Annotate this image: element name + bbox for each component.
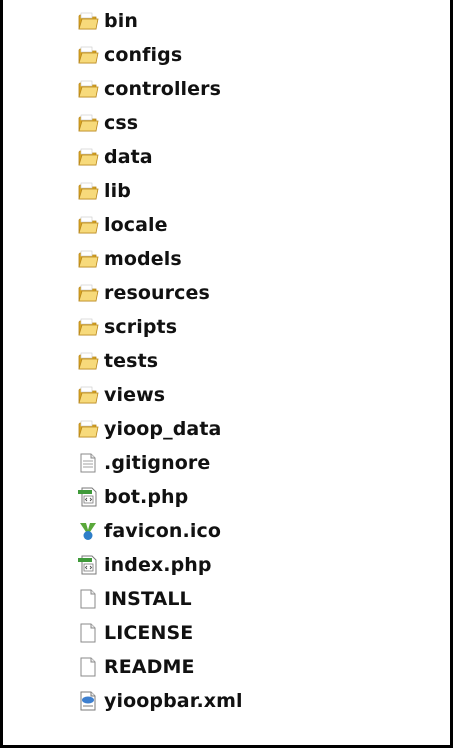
folder-icon: [78, 318, 99, 336]
folder-item-css[interactable]: css: [77, 106, 437, 140]
folder-icon: [78, 250, 99, 268]
folder-item-bin[interactable]: bin: [77, 4, 437, 38]
folder-icon: [78, 12, 99, 30]
file-item-index-php[interactable]: index.php: [77, 548, 437, 582]
folder-label: resources: [104, 282, 210, 304]
folder-label: css: [104, 112, 139, 134]
folder-label: controllers: [104, 78, 222, 100]
folder-label: configs: [104, 44, 183, 66]
folder-icon: [78, 46, 99, 64]
folder-item-yioop-data[interactable]: yioop_data: [77, 412, 437, 446]
folder-label: data: [104, 146, 153, 168]
file-label: yioopbar.xml: [104, 690, 243, 712]
folder-label: bin: [104, 10, 138, 32]
file-label: bot.php: [104, 486, 189, 508]
folder-item-data[interactable]: data: [77, 140, 437, 174]
php-file-icon: [78, 487, 97, 507]
folder-item-controllers[interactable]: controllers: [77, 72, 437, 106]
file-item-license[interactable]: LICENSE: [77, 616, 437, 650]
folder-icon: [78, 148, 99, 166]
folder-item-configs[interactable]: configs: [77, 38, 437, 72]
file-item-gitignore[interactable]: .gitignore: [77, 446, 437, 480]
folder-item-scripts[interactable]: scripts: [77, 310, 437, 344]
file-explorer-pane: bin configs controllers css data lib loc…: [0, 0, 453, 748]
blank-file-icon: [80, 589, 96, 609]
folder-icon: [78, 352, 99, 370]
folder-item-resources[interactable]: resources: [77, 276, 437, 310]
file-item-readme[interactable]: README: [77, 650, 437, 684]
file-label: INSTALL: [104, 588, 192, 610]
folder-label: locale: [104, 214, 168, 236]
blank-file-icon: [80, 657, 96, 677]
folder-item-models[interactable]: models: [77, 242, 437, 276]
file-label: .gitignore: [104, 452, 211, 474]
folder-icon: [78, 80, 99, 98]
folder-item-locale[interactable]: locale: [77, 208, 437, 242]
php-file-icon: [78, 555, 97, 575]
folder-icon: [78, 284, 99, 302]
folder-icon: [78, 386, 99, 404]
file-item-install[interactable]: INSTALL: [77, 582, 437, 616]
folder-icon: [78, 114, 99, 132]
folder-item-tests[interactable]: tests: [77, 344, 437, 378]
folder-label: scripts: [104, 316, 178, 338]
folder-icon: [78, 182, 99, 200]
yioop-favicon-icon: [80, 523, 96, 540]
file-list: bin configs controllers css data lib loc…: [77, 4, 437, 718]
file-label: favicon.ico: [104, 520, 221, 542]
blank-file-icon: [80, 623, 96, 643]
file-item-favicon-ico[interactable]: favicon.ico: [77, 514, 437, 548]
file-label: index.php: [104, 554, 212, 576]
folder-item-views[interactable]: views: [77, 378, 437, 412]
file-label: LICENSE: [104, 622, 194, 644]
folder-label: tests: [104, 350, 159, 372]
folder-label: lib: [104, 180, 131, 202]
folder-icon: [78, 420, 99, 438]
folder-label: models: [104, 248, 182, 270]
text-file-icon: [80, 453, 96, 473]
file-label: README: [104, 656, 195, 678]
folder-label: views: [104, 384, 166, 406]
file-item-yioopbar-xml[interactable]: yioopbar.xml: [77, 684, 437, 718]
folder-icon: [78, 216, 99, 234]
folder-label: yioop_data: [104, 418, 222, 440]
file-item-bot-php[interactable]: bot.php: [77, 480, 437, 514]
xml-file-icon: [80, 691, 96, 711]
folder-item-lib[interactable]: lib: [77, 174, 437, 208]
